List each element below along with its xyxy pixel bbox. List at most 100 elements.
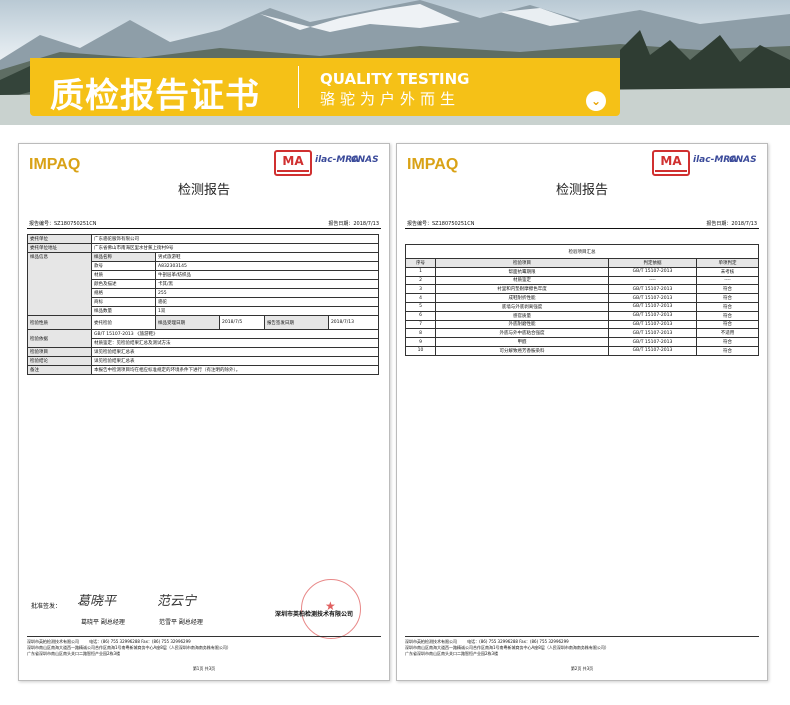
- footer-address-2: 广东省深圳市南山区南头关口二路智恒产业园2栋3楼: [27, 651, 121, 656]
- report-date: 报告日期：2018/7/13: [706, 221, 757, 227]
- table-cell: GB/T 15107-2013: [608, 266, 697, 277]
- table-row: 8 外底与外中底粘合强度 GB/T 15107-2013 不适用: [405, 328, 759, 339]
- divider: [405, 228, 759, 229]
- table-cell: 6: [405, 310, 436, 321]
- page-title: 检测报告: [555, 183, 608, 198]
- table-cell: GB/T 15107-2013: [608, 301, 697, 312]
- sample-value: 255: [155, 288, 379, 298]
- table-row: 4 成鞋耐折性能 GB/T 15107-2013 符合: [405, 293, 759, 303]
- table-row: 7 外底耐磨性能 GB/T 15107-2013 符合: [405, 319, 759, 330]
- table-cell: 甲醛: [435, 337, 609, 347]
- page-number: 第1页 共3页: [192, 666, 216, 671]
- table-cell: 符合: [696, 293, 759, 303]
- table-row: 3 衬里和内垫耐摩擦色牢度 GB/T 15107-2013 符合: [405, 284, 759, 295]
- table-row: 5 底墙与外底剥离强度 GB/T 15107-2013 符合: [405, 301, 759, 312]
- table-cell: ----: [696, 275, 759, 286]
- report-number: 报告编号：SZ180750251CN: [29, 221, 97, 227]
- sample-value: 卡其/黑: [155, 279, 379, 289]
- report-page-2: IMPAQ MA ilac-MRA CNAS 检测报告 报告编号：SZ18075…: [396, 143, 768, 681]
- basis-value: 材质鉴定：见检验结果汇总及测试方法: [91, 338, 379, 348]
- title-bar: 质检报告证书 QUALITY TESTING 骆驼为户外而生 ⌄: [30, 58, 620, 116]
- table-cell: 1: [405, 266, 436, 277]
- table-cell: 帮面抗霉期限: [435, 266, 609, 277]
- column-header: 序号: [405, 258, 436, 268]
- receive-date: 2018/7/5: [219, 315, 265, 330]
- table-cell: ----: [608, 275, 697, 286]
- table-cell: GB/T 15107-2013: [608, 337, 697, 347]
- table-cell: 底墙与外底剥离强度: [435, 301, 609, 312]
- basis-label: 检验依据: [27, 329, 92, 348]
- table-row: 9 甲醛 GB/T 15107-2013 符合: [405, 337, 759, 347]
- table-cell: 衬里和内垫耐摩擦色牢度: [435, 284, 609, 295]
- sample-key: 样品数量: [91, 306, 156, 316]
- table-cell: 3: [405, 284, 436, 295]
- banner-subtitle-en: QUALITY TESTING: [320, 70, 470, 88]
- report-number: 报告编号：SZ180750251CN: [407, 221, 475, 227]
- table-cell: 外底耐磨性能: [435, 319, 609, 330]
- table-cell: 未考核: [696, 266, 759, 277]
- lab-name: 深圳市英柏检测技术有限公司: [274, 611, 353, 618]
- footer: 深圳市英柏检测技术有限公司 电话：(86) 755 32996288 Fax：(…: [27, 636, 381, 657]
- table-cell: GB/T 15107-2013: [608, 319, 697, 330]
- sample-key: 规格: [91, 288, 156, 298]
- table-cell: 4: [405, 293, 436, 303]
- nature-value: 委托检验: [91, 315, 156, 330]
- footer-company: 深圳市英柏检测技术有限公司: [405, 639, 457, 644]
- sample-key: 商标: [91, 297, 156, 307]
- table-cell: 7: [405, 319, 436, 330]
- column-header: 单项判定: [696, 258, 759, 268]
- table-cell: 符合: [696, 310, 759, 321]
- table-cell: 符合: [696, 301, 759, 312]
- divider: [298, 66, 299, 108]
- chevron-down-icon[interactable]: ⌄: [586, 91, 606, 111]
- table-cell: 材质鉴定: [435, 275, 609, 286]
- sample-key: 材质: [91, 270, 156, 280]
- signer-1-name: 葛晓平 副总经理: [81, 619, 125, 626]
- sample-value: 男式旅游鞋: [155, 252, 379, 262]
- page-title: 检测报告: [177, 183, 230, 198]
- impaq-logo: IMPAQ: [29, 156, 81, 173]
- table-cell: 9: [405, 337, 436, 347]
- divider: [27, 228, 381, 229]
- table-cell: 成鞋耐折性能: [435, 293, 609, 303]
- table-cell: GB/T 15107-2013: [608, 328, 697, 339]
- address-label: 委托单位地址: [27, 243, 92, 253]
- table-cell: 2: [405, 275, 436, 286]
- items-label: 检验项目: [27, 347, 92, 357]
- ma-mark-icon: MA: [274, 150, 312, 176]
- banner-title: 质检报告证书: [50, 76, 260, 116]
- report-page-1: IMPAQ MA ilac-MRA CNAS 检测报告 报告编号：SZ18075…: [18, 143, 390, 681]
- sample-key: 款号: [91, 261, 156, 271]
- table-cell: GB/T 15107-2013: [608, 293, 697, 303]
- table-cell: 符合: [696, 345, 759, 356]
- signature-1: 葛晓平: [77, 594, 117, 609]
- summary-title: 检验项目汇总: [405, 244, 759, 259]
- footer-address-2: 广东省深圳市南山区南头关口二路智恒产业园2栋3楼: [405, 651, 499, 656]
- sample-key: 样品名称: [91, 252, 156, 262]
- table-cell: 符合: [696, 319, 759, 330]
- header-banner: 质检报告证书 QUALITY TESTING 骆驼为户外而生 ⌄: [0, 0, 790, 125]
- impaq-logo: IMPAQ: [407, 156, 459, 173]
- table-cell: GB/T 15107-2013: [608, 284, 697, 295]
- footer: 深圳市英柏检测技术有限公司 电话：(86) 755 32996288 Fax：(…: [405, 636, 759, 657]
- signature-2: 范云宁: [157, 594, 197, 609]
- table-cell: 不适用: [696, 328, 759, 339]
- table-cell: 5: [405, 301, 436, 312]
- table-cell: GB/T 15107-2013: [608, 310, 697, 321]
- ma-mark-icon: MA: [652, 150, 690, 176]
- client-value: 广东骆驼服饰有限公司: [91, 234, 379, 244]
- cnas-icon: CNAS: [729, 155, 757, 165]
- table-cell: 8: [405, 328, 436, 339]
- basis-value: GB/T 15107-2013 《旅游鞋》: [91, 329, 379, 339]
- table-cell: GB/T 15107-2013: [608, 345, 697, 356]
- table-cell: 符合: [696, 284, 759, 295]
- footer-phone: 电话：(86) 755 32996288 Fax：(86) 755 329962…: [467, 639, 569, 644]
- issue-date: 2018/7/13: [327, 315, 380, 330]
- sample-key: 颜色及描述: [91, 279, 156, 289]
- summary-table: 检验项目汇总 序号 检验项目 判定依据 单项判定 1 帮面抗霉期限 GB/T 151…: [405, 244, 759, 356]
- footer-phone: 电话：(86) 755 32996288 Fax：(86) 755 329962…: [89, 639, 191, 644]
- conclusion-value: 详见检验结果汇总表: [91, 356, 379, 366]
- conclusion-label: 检验结论: [27, 356, 92, 366]
- page-number: 第2页 共3页: [570, 666, 594, 671]
- address-value: 广东省佛山市南海区里水甘蕉上街村9号: [91, 243, 379, 253]
